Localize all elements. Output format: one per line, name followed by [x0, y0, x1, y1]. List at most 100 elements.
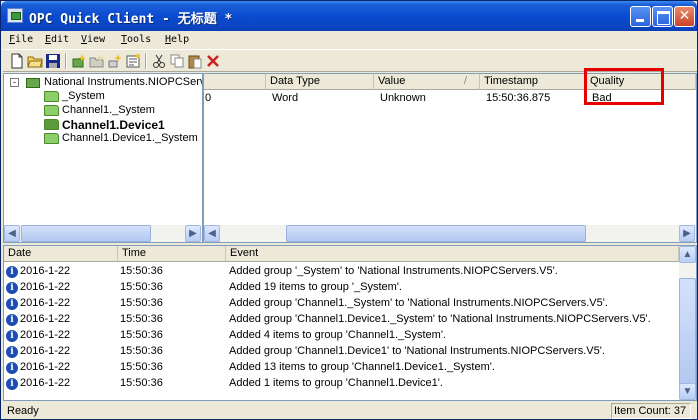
column-header-time[interactable]: Time: [118, 246, 226, 262]
copy-icon[interactable]: [169, 53, 185, 69]
log-event: Added 19 items to group '_System'.: [229, 281, 402, 293]
column-header-value[interactable]: Value /: [374, 74, 480, 90]
log-time: 15:50:36: [120, 361, 163, 373]
log-date: 2016-1-22: [20, 297, 71, 309]
column-header-event[interactable]: Event: [226, 246, 679, 262]
tree-item-label: _System: [62, 90, 105, 102]
menu-view[interactable]: View: [81, 34, 105, 45]
app-window: OPC Quick Client - 无标题 * ✕ File Edit Vie…: [0, 0, 698, 420]
menu-bar: File Edit View Tools Help: [3, 31, 697, 49]
collapse-icon[interactable]: -: [10, 78, 19, 87]
info-icon: i: [6, 330, 18, 342]
status-text: Ready: [7, 405, 39, 417]
column-header-data-type[interactable]: Data Type: [266, 74, 374, 90]
tree-item-system[interactable]: _System: [4, 90, 202, 104]
log-time: 15:50:36: [120, 297, 163, 309]
log-date: 2016-1-22: [20, 281, 71, 293]
log-time: 15:50:36: [120, 265, 163, 277]
scroll-thumb[interactable]: [286, 225, 586, 242]
item-count: Item Count: 37: [611, 403, 691, 419]
group-folder-icon: [44, 91, 59, 102]
scroll-down-icon[interactable]: ▼: [679, 383, 696, 400]
tree-item-channel1-device1[interactable]: Channel1.Device1: [4, 118, 202, 132]
log-date: 2016-1-22: [20, 345, 71, 357]
info-icon: i: [6, 314, 18, 326]
tree-root[interactable]: - National Instruments.NIOPCServers.\: [4, 76, 202, 90]
log-event: Added 13 items to group 'Channel1.Device…: [229, 361, 495, 373]
menu-file[interactable]: File: [9, 34, 33, 45]
items-horizontal-scrollbar[interactable]: ◀ ▶: [204, 225, 696, 242]
server-tree[interactable]: - National Instruments.NIOPCServers.\ _S…: [3, 73, 203, 243]
menu-tools[interactable]: Tools: [121, 34, 151, 45]
info-icon: i: [6, 346, 18, 358]
scroll-up-icon[interactable]: ▲: [679, 246, 696, 263]
paste-icon[interactable]: [187, 53, 203, 69]
menu-edit[interactable]: Edit: [45, 34, 69, 45]
log-time: 15:50:36: [120, 377, 163, 389]
new-server-icon[interactable]: [71, 53, 87, 69]
server-icon: [26, 78, 40, 88]
save-icon[interactable]: [45, 53, 61, 69]
maximize-button[interactable]: [652, 6, 673, 27]
new-item-icon[interactable]: [107, 53, 123, 69]
info-icon: i: [6, 266, 18, 278]
group-folder-icon: [44, 133, 59, 144]
menu-help[interactable]: Help: [165, 34, 189, 45]
log-event: Added group 'Channel1.Device1' to 'Natio…: [229, 345, 605, 357]
properties-icon[interactable]: [125, 53, 141, 69]
log-date: 2016-1-22: [20, 377, 71, 389]
scroll-right-icon[interactable]: ▶: [679, 225, 695, 242]
event-log[interactable]: Date Time Event i 2016-1-22 15:50:36 Add…: [3, 245, 697, 401]
status-bar: Ready Item Count: 37: [3, 402, 697, 420]
new-icon[interactable]: [9, 53, 25, 69]
tree-root-label: National Instruments.NIOPCServers.\: [44, 76, 202, 88]
log-event: Added 1 items to group 'Channel1.Device1…: [229, 377, 443, 389]
tree-item-label-selected: Channel1.Device1: [62, 118, 165, 132]
scroll-thumb[interactable]: [679, 278, 696, 388]
close-button[interactable]: ✕: [674, 6, 695, 27]
log-date: 2016-1-22: [20, 361, 71, 373]
info-icon: i: [6, 378, 18, 390]
title-bar[interactable]: OPC Quick Client - 无标题 * ✕: [1, 1, 697, 31]
opc-app-icon[interactable]: [7, 8, 23, 23]
tree-horizontal-scrollbar[interactable]: ◀ ▶: [4, 225, 202, 242]
log-date: 2016-1-22: [20, 329, 71, 341]
log-event: Added 4 items to group 'Channel1._System…: [229, 329, 446, 341]
quality-highlight-box: [584, 68, 664, 105]
info-icon: i: [6, 362, 18, 374]
window-title: OPC Quick Client - 无标题 *: [29, 12, 233, 27]
data-type-cell: Word: [272, 92, 299, 104]
toolbar-separator: [145, 53, 147, 69]
minimize-button[interactable]: [630, 6, 651, 27]
tree-item-channel1-device1-system[interactable]: Channel1.Device1._System: [4, 132, 202, 146]
new-group-icon[interactable]: [89, 53, 105, 69]
close-icon: ✕: [678, 8, 691, 24]
scroll-thumb[interactable]: [21, 225, 151, 242]
log-time: 15:50:36: [120, 329, 163, 341]
column-header-timestamp[interactable]: Timestamp: [480, 74, 586, 90]
log-time: 15:50:36: [120, 345, 163, 357]
scroll-left-icon[interactable]: ◀: [4, 225, 20, 242]
log-event: Added group 'Channel1.Device1._System' t…: [229, 313, 651, 325]
open-folder-icon: [44, 119, 59, 130]
scroll-left-icon[interactable]: ◀: [204, 225, 220, 242]
timestamp-cell: 15:50:36.875: [486, 92, 551, 104]
column-header-item-id[interactable]: [204, 74, 266, 90]
column-header-label: Value: [378, 75, 406, 87]
cut-icon[interactable]: [151, 53, 167, 69]
group-folder-icon: [44, 105, 59, 116]
log-vertical-scrollbar[interactable]: ▲ ▼: [679, 246, 696, 400]
log-time: 15:50:36: [120, 281, 163, 293]
log-event: Added group '_System' to 'National Instr…: [229, 265, 558, 277]
scroll-right-icon[interactable]: ▶: [185, 225, 201, 242]
item-id-cell: 0: [205, 92, 212, 104]
column-header-date[interactable]: Date: [4, 246, 118, 262]
sort-indicator-icon: /: [464, 75, 468, 87]
tree-item-channel1-system[interactable]: Channel1._System: [4, 104, 202, 118]
open-icon[interactable]: [27, 53, 43, 69]
delete-icon[interactable]: [205, 53, 221, 69]
value-cell: Unknown: [380, 92, 426, 104]
log-event: Added group 'Channel1._System' to 'Natio…: [229, 297, 608, 309]
log-date: 2016-1-22: [20, 265, 71, 277]
log-date: 2016-1-22: [20, 313, 71, 325]
